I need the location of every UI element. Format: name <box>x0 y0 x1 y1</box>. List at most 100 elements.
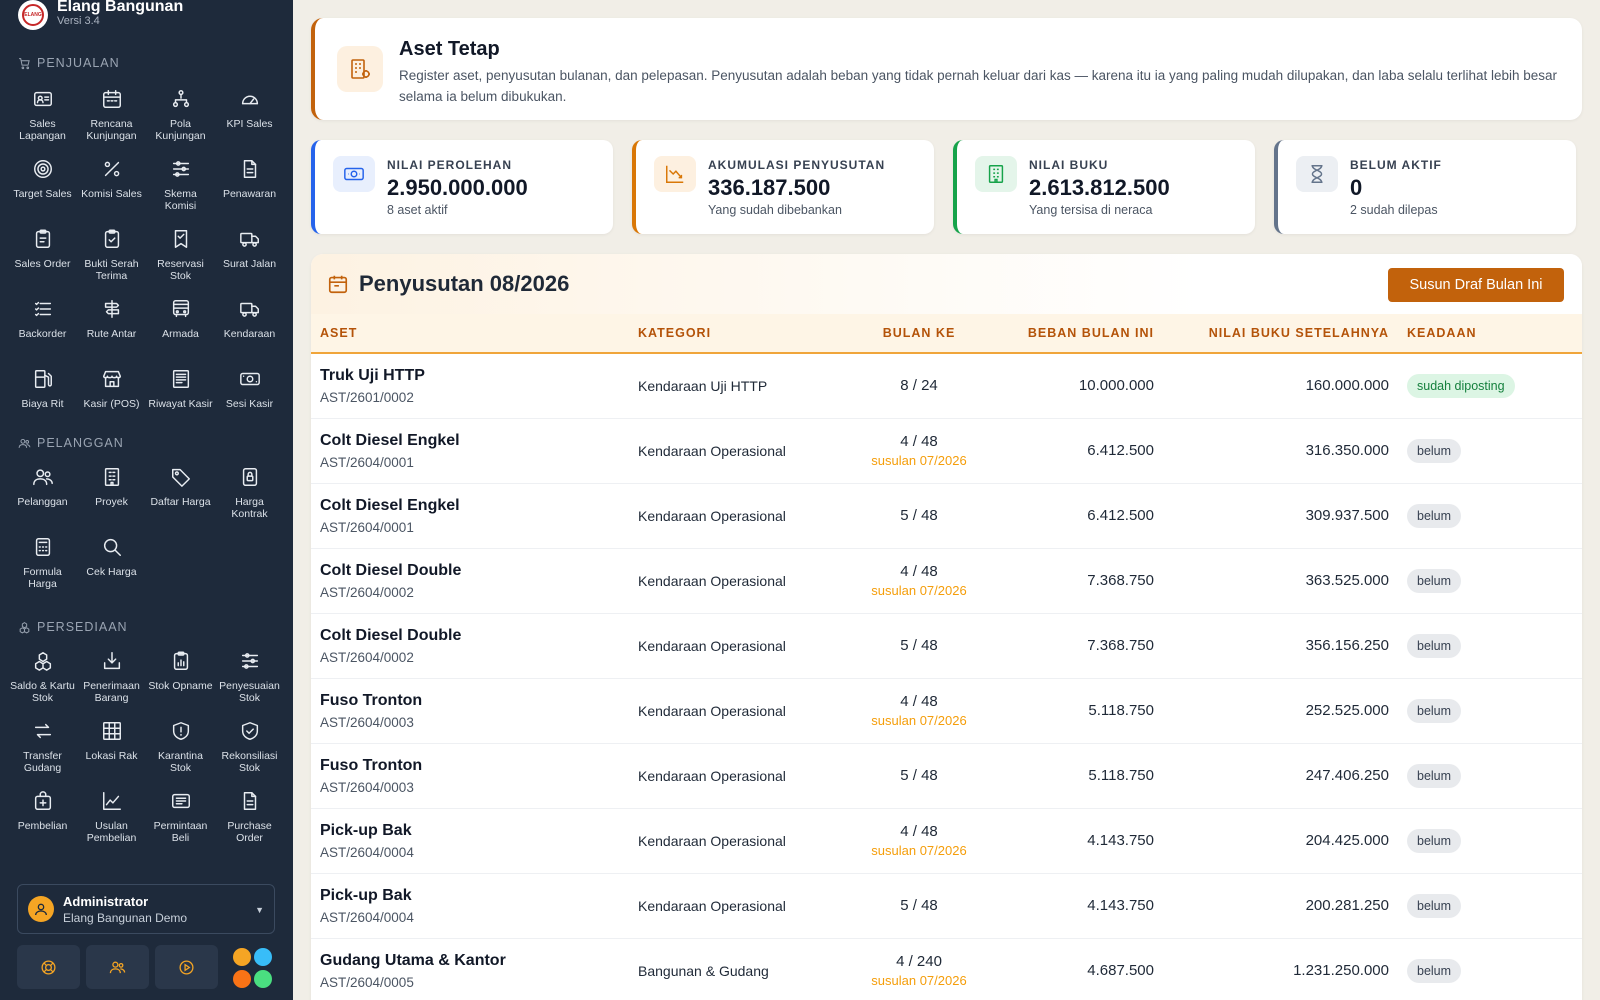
sidebar-item-backorder[interactable]: Backorder <box>8 292 77 362</box>
sidebar-item-purchase-order[interactable]: Purchase Order <box>215 784 284 854</box>
cash-icon <box>239 368 261 395</box>
sidebar-item-kpi-sales[interactable]: KPI Sales <box>215 82 284 152</box>
brand[interactable]: ELANG Elang Bangunan Versi 3.4 <box>18 0 183 30</box>
building-cog-icon <box>337 46 383 92</box>
menu-grid-persediaan: Saldo & Kartu Stok Penerimaan Barang Stok … <box>8 644 284 854</box>
sidebar-item-label: Skema Komisi <box>164 188 197 212</box>
sidebar-item-target-sales[interactable]: Target Sales <box>8 152 77 222</box>
asset-name[interactable]: Truk Uji HTTP <box>320 367 620 385</box>
table-row[interactable]: Colt Diesel Engkel AST/2604/0001 Kendaraan… <box>311 483 1582 549</box>
table-row[interactable]: Fuso Tronton AST/2604/0003 Kendaraan Opera… <box>311 678 1582 744</box>
sidebar-item-stok-opname[interactable]: Stok Opname <box>146 644 215 714</box>
col-header-asset[interactable]: ASET <box>311 314 629 353</box>
table-row[interactable]: Colt Diesel Double AST/2604/0002 Kendaraan… <box>311 548 1582 614</box>
compose-draft-button[interactable]: Susun Draf Bulan Ini <box>1388 268 1564 302</box>
cart-icon <box>19 57 30 69</box>
sidebar-item-cek-harga[interactable]: Cek Harga <box>77 530 146 600</box>
sidebar-item-skema-komisi[interactable]: Skema Komisi <box>146 152 215 222</box>
sidebar-item-bukti-serah-terima[interactable]: Bukti Serah Terima <box>77 222 146 292</box>
sidebar-item-biaya-rit[interactable]: Biaya Rit <box>8 362 77 432</box>
id-card-icon <box>32 88 54 115</box>
sidebar-item-usulan-pembelian[interactable]: Usulan Pembelian <box>77 784 146 854</box>
asset-name[interactable]: Colt Diesel Engkel <box>320 432 620 450</box>
sidebar-item-label: Daftar Harga <box>150 496 211 508</box>
sidebar-item-rute-antar[interactable]: Rute Antar <box>77 292 146 362</box>
user-menu[interactable]: Administrator Elang Bangunan Demo ▼ <box>17 884 275 934</box>
sidebar-item-rekonsiliasi-stok[interactable]: Rekonsiliasi Stok <box>215 714 284 784</box>
user-name: Administrator <box>63 893 149 909</box>
section-title-penjualan: PENJUALAN <box>18 56 120 70</box>
status-badge: belum <box>1407 958 1462 983</box>
sidebar-item-label: Rencana Kunjungan <box>86 118 137 142</box>
table-row[interactable]: Colt Diesel Double AST/2604/0002 Kendaraan… <box>311 613 1582 679</box>
sidebar-item-komisi-sales[interactable]: Komisi Sales <box>77 152 146 222</box>
status-badge: belum <box>1407 893 1462 918</box>
table-row[interactable]: Gudang Utama & Kantor AST/2604/0005 Bangun… <box>311 938 1582 1000</box>
percent-icon <box>101 158 123 185</box>
asset-name[interactable]: Pick-up Bak <box>320 822 620 840</box>
table-header-row: ASET KATEGORI BULAN KE BEBAN BULAN INI N… <box>311 314 1582 353</box>
tour-button[interactable] <box>155 945 218 989</box>
sidebar-item-sales-lapangan[interactable]: Sales Lapangan <box>8 82 77 152</box>
sidebar-item-surat-jalan[interactable]: Surat Jalan <box>215 222 284 292</box>
sidebar-item-karantina-stok[interactable]: Karantina Stok <box>146 714 215 784</box>
sidebar-item-penyesuaian-stok[interactable]: Penyesuaian Stok <box>215 644 284 714</box>
table-row[interactable]: Pick-up Bak AST/2604/0004 Kendaraan Operas… <box>311 873 1582 939</box>
sidebar-item-reservasi-stok[interactable]: Reservasi Stok <box>146 222 215 292</box>
brand-version: Versi 3.4 <box>57 15 100 27</box>
sidebar-item-kasir-pos[interactable]: Kasir (POS) <box>77 362 146 432</box>
user-org: Elang Bangunan Demo <box>63 910 188 925</box>
asset-name[interactable]: Gudang Utama & Kantor <box>320 952 620 970</box>
help-button[interactable] <box>17 945 80 989</box>
sidebar-item-label: Armada <box>162 328 199 340</box>
sidebar-item-harga-kontrak[interactable]: Harga Kontrak <box>215 460 284 530</box>
depreciation-table: ASET KATEGORI BULAN KE BEBAN BULAN INI N… <box>311 314 1582 1000</box>
sidebar-item-sales-order[interactable]: Sales Order <box>8 222 77 292</box>
cell-asset: Colt Diesel Engkel AST/2604/0001 <box>311 483 629 549</box>
table-row[interactable]: Truk Uji HTTP AST/2601/0002 Kendaraan Uji … <box>311 353 1582 419</box>
sidebar-item-riwayat-kasir[interactable]: Riwayat Kasir <box>146 362 215 432</box>
table-row[interactable]: Pick-up Bak AST/2604/0004 Kendaraan Operas… <box>311 808 1582 874</box>
money-icon <box>333 156 375 192</box>
sidebar-item-transfer-gudang[interactable]: Transfer Gudang <box>8 714 77 784</box>
sidebar-item-pola-kunjungan[interactable]: Pola Kunjungan <box>146 82 215 152</box>
table-row[interactable]: Colt Diesel Engkel AST/2604/0001 Kendaraan… <box>311 418 1582 484</box>
col-header-expense[interactable]: BEBAN BULAN INI <box>991 314 1163 353</box>
sidebar-item-pembelian[interactable]: Pembelian <box>8 784 77 854</box>
sidebar-item-penawaran[interactable]: Penawaran <box>215 152 284 222</box>
cell-month: 4 / 240 susulan 07/2026 <box>847 938 991 1000</box>
sidebar-item-pelanggan[interactable]: Pelanggan <box>8 460 77 530</box>
sidebar: ELANG Elang Bangunan Versi 3.4 PENJUALAN… <box>0 0 293 1000</box>
sidebar-item-penerimaan-barang[interactable]: Penerimaan Barang <box>77 644 146 714</box>
sidebar-item-daftar-harga[interactable]: Daftar Harga <box>146 460 215 530</box>
kpi-label: AKUMULASI PENYUSUTAN <box>708 158 886 172</box>
sidebar-item-label: Biaya Rit <box>21 398 64 410</box>
col-header-book-value[interactable]: NILAI BUKU SETELAHNYA <box>1163 314 1398 353</box>
sidebar-item-saldo-kartu-stok[interactable]: Saldo & Kartu Stok <box>8 644 77 714</box>
sidebar-item-kendaraan[interactable]: Kendaraan <box>215 292 284 362</box>
table-row[interactable]: Fuso Tronton AST/2604/0003 Kendaraan Opera… <box>311 743 1582 809</box>
asset-name[interactable]: Colt Diesel Double <box>320 627 620 645</box>
sidebar-item-formula-harga[interactable]: Formula Harga <box>8 530 77 600</box>
asset-code: AST/2604/0003 <box>320 714 414 730</box>
asset-name[interactable]: Colt Diesel Engkel <box>320 497 620 515</box>
sidebar-item-armada[interactable]: Armada <box>146 292 215 362</box>
asset-name[interactable]: Pick-up Bak <box>320 887 620 905</box>
cell-asset: Fuso Tronton AST/2604/0003 <box>311 743 629 809</box>
palette-dot-icon <box>254 969 272 988</box>
sidebar-item-sesi-kasir[interactable]: Sesi Kasir <box>215 362 284 432</box>
sidebar-item-lokasi-rak[interactable]: Lokasi Rak <box>77 714 146 784</box>
theme-palette-button[interactable] <box>233 948 273 988</box>
sidebar-item-proyek[interactable]: Proyek <box>77 460 146 530</box>
sidebar-item-permintaan-beli[interactable]: Permintaan Beli <box>146 784 215 854</box>
asset-name[interactable]: Colt Diesel Double <box>320 562 620 580</box>
asset-name[interactable]: Fuso Tronton <box>320 692 620 710</box>
sidebar-item-rencana-kunjungan[interactable]: Rencana Kunjungan <box>77 82 146 152</box>
palette-dot-icon <box>233 969 251 988</box>
col-header-status[interactable]: KEADAAN <box>1398 314 1582 353</box>
team-button[interactable] <box>86 945 149 989</box>
cell-category: Bangunan & Gudang <box>629 938 847 1000</box>
col-header-category[interactable]: KATEGORI <box>629 314 847 353</box>
col-header-month[interactable]: BULAN KE <box>847 314 991 353</box>
asset-name[interactable]: Fuso Tronton <box>320 757 620 775</box>
